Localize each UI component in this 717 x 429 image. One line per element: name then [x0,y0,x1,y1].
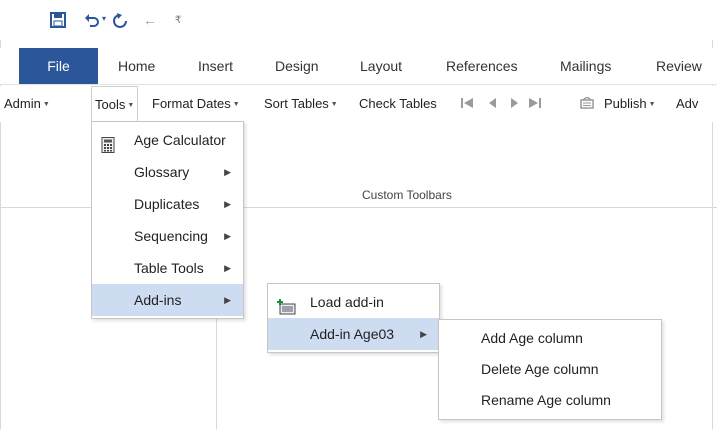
add-ins-submenu: Load add-in Add-in Age03 ▶ [267,283,440,353]
menu-item-label: Rename Age column [481,392,611,408]
menu-item-duplicates[interactable]: Duplicates ▶ [92,188,243,220]
menu-item-label: Load add-in [310,294,384,310]
chevron-down-icon: ▼ [330,100,338,108]
menu-item-rename-age-column[interactable]: Rename Age column [439,384,661,416]
menu-item-label: Add-in Age03 [310,326,395,342]
chevron-down-icon: ▼ [42,100,50,108]
load-addin-icon [276,294,296,315]
menu-item-age-calculator[interactable]: Age Calculator [92,124,243,156]
menu-item-table-tools[interactable]: Table Tools ▶ [92,252,243,284]
group-label: Custom Toolbars [362,188,452,202]
tab-review[interactable]: Review [656,48,712,84]
tab-design[interactable]: Design [275,48,319,84]
sort-tables-menu[interactable]: Sort Tables ▼ [264,86,338,122]
tab-insert[interactable]: Insert [198,48,233,84]
previous-record-icon[interactable] [485,96,499,110]
undo-icon[interactable] [84,11,100,29]
chevron-down-icon: ▼ [127,102,135,110]
sort-tables-label: Sort Tables [264,96,329,111]
menu-item-add-in-age03[interactable]: Add-in Age03 ▶ [268,318,439,350]
format-dates-menu[interactable]: Format Dates ▼ [152,86,240,122]
menu-item-label: Age Calculator [134,132,226,148]
tools-dropdown: Age Calculator Glossary ▶ Duplicates ▶ S… [91,121,244,319]
add-in-age03-submenu: Add Age column Delete Age column Rename … [438,319,662,420]
save-icon[interactable] [50,11,66,29]
menu-item-label: Delete Age column [481,361,599,377]
admin-label: Admin [4,96,41,111]
tab-mailings[interactable]: Mailings [560,48,611,84]
chevron-down-icon: ▼ [648,100,656,108]
last-record-icon[interactable] [528,96,542,110]
menu-item-add-age-column[interactable]: Add Age column [439,322,661,354]
ribbon-tabs: File Home Insert Design Layout Reference… [0,48,717,85]
submenu-arrow-icon: ▶ [224,263,231,273]
check-tables-button[interactable]: Check Tables [359,86,437,122]
undo-dropdown-icon[interactable]: ▾ [102,14,106,23]
menu-item-glossary[interactable]: Glossary ▶ [92,156,243,188]
tab-layout[interactable]: Layout [360,48,402,84]
publish-label: Publish [604,96,647,111]
submenu-arrow-icon: ▶ [224,231,231,241]
tab-file[interactable]: File [19,48,98,84]
customize-qat-icon[interactable]: ₹ [172,11,184,29]
custom-toolbar: Admin ▼ Tools ▼ Format Dates ▼ Sort Tables ▼… [0,86,717,122]
menu-item-sequencing[interactable]: Sequencing ▶ [92,220,243,252]
tools-label: Tools [95,97,126,112]
menu-item-label: Add Age column [481,330,583,346]
next-record-icon[interactable] [508,96,522,110]
publish-menu[interactable]: Publish ▼ [604,86,656,122]
menu-item-label: Add-ins [134,292,182,308]
redo-icon[interactable] [112,11,128,29]
quick-access-toolbar: ▾ ← ₹ [0,0,717,40]
tools-menu[interactable]: Tools ▼ [91,86,139,122]
menu-item-delete-age-column[interactable]: Delete Age column [439,353,661,385]
admin-menu[interactable]: Admin ▼ [4,86,50,122]
format-dates-label: Format Dates [152,96,231,111]
back-arrow-icon[interactable]: ← [143,11,157,29]
menu-item-label: Sequencing [134,228,208,244]
submenu-arrow-icon: ▶ [224,295,231,305]
menu-item-label: Duplicates [134,196,200,212]
adv-menu[interactable]: Adv [676,86,712,122]
submenu-arrow-icon: ▶ [224,199,231,209]
calculator-icon [100,132,116,153]
tab-references[interactable]: References [446,48,518,84]
submenu-arrow-icon: ▶ [224,167,231,177]
chevron-down-icon: ▼ [232,100,240,108]
first-record-icon[interactable] [460,96,474,110]
tab-home[interactable]: Home [118,48,155,84]
menu-item-label: Table Tools [134,260,204,276]
menu-item-label: Glossary [134,164,190,180]
menu-item-add-ins[interactable]: Add-ins ▶ [92,284,243,316]
submenu-arrow-icon: ▶ [420,329,427,339]
publish-icon [580,96,594,110]
menu-item-load-add-in[interactable]: Load add-in [268,286,439,318]
